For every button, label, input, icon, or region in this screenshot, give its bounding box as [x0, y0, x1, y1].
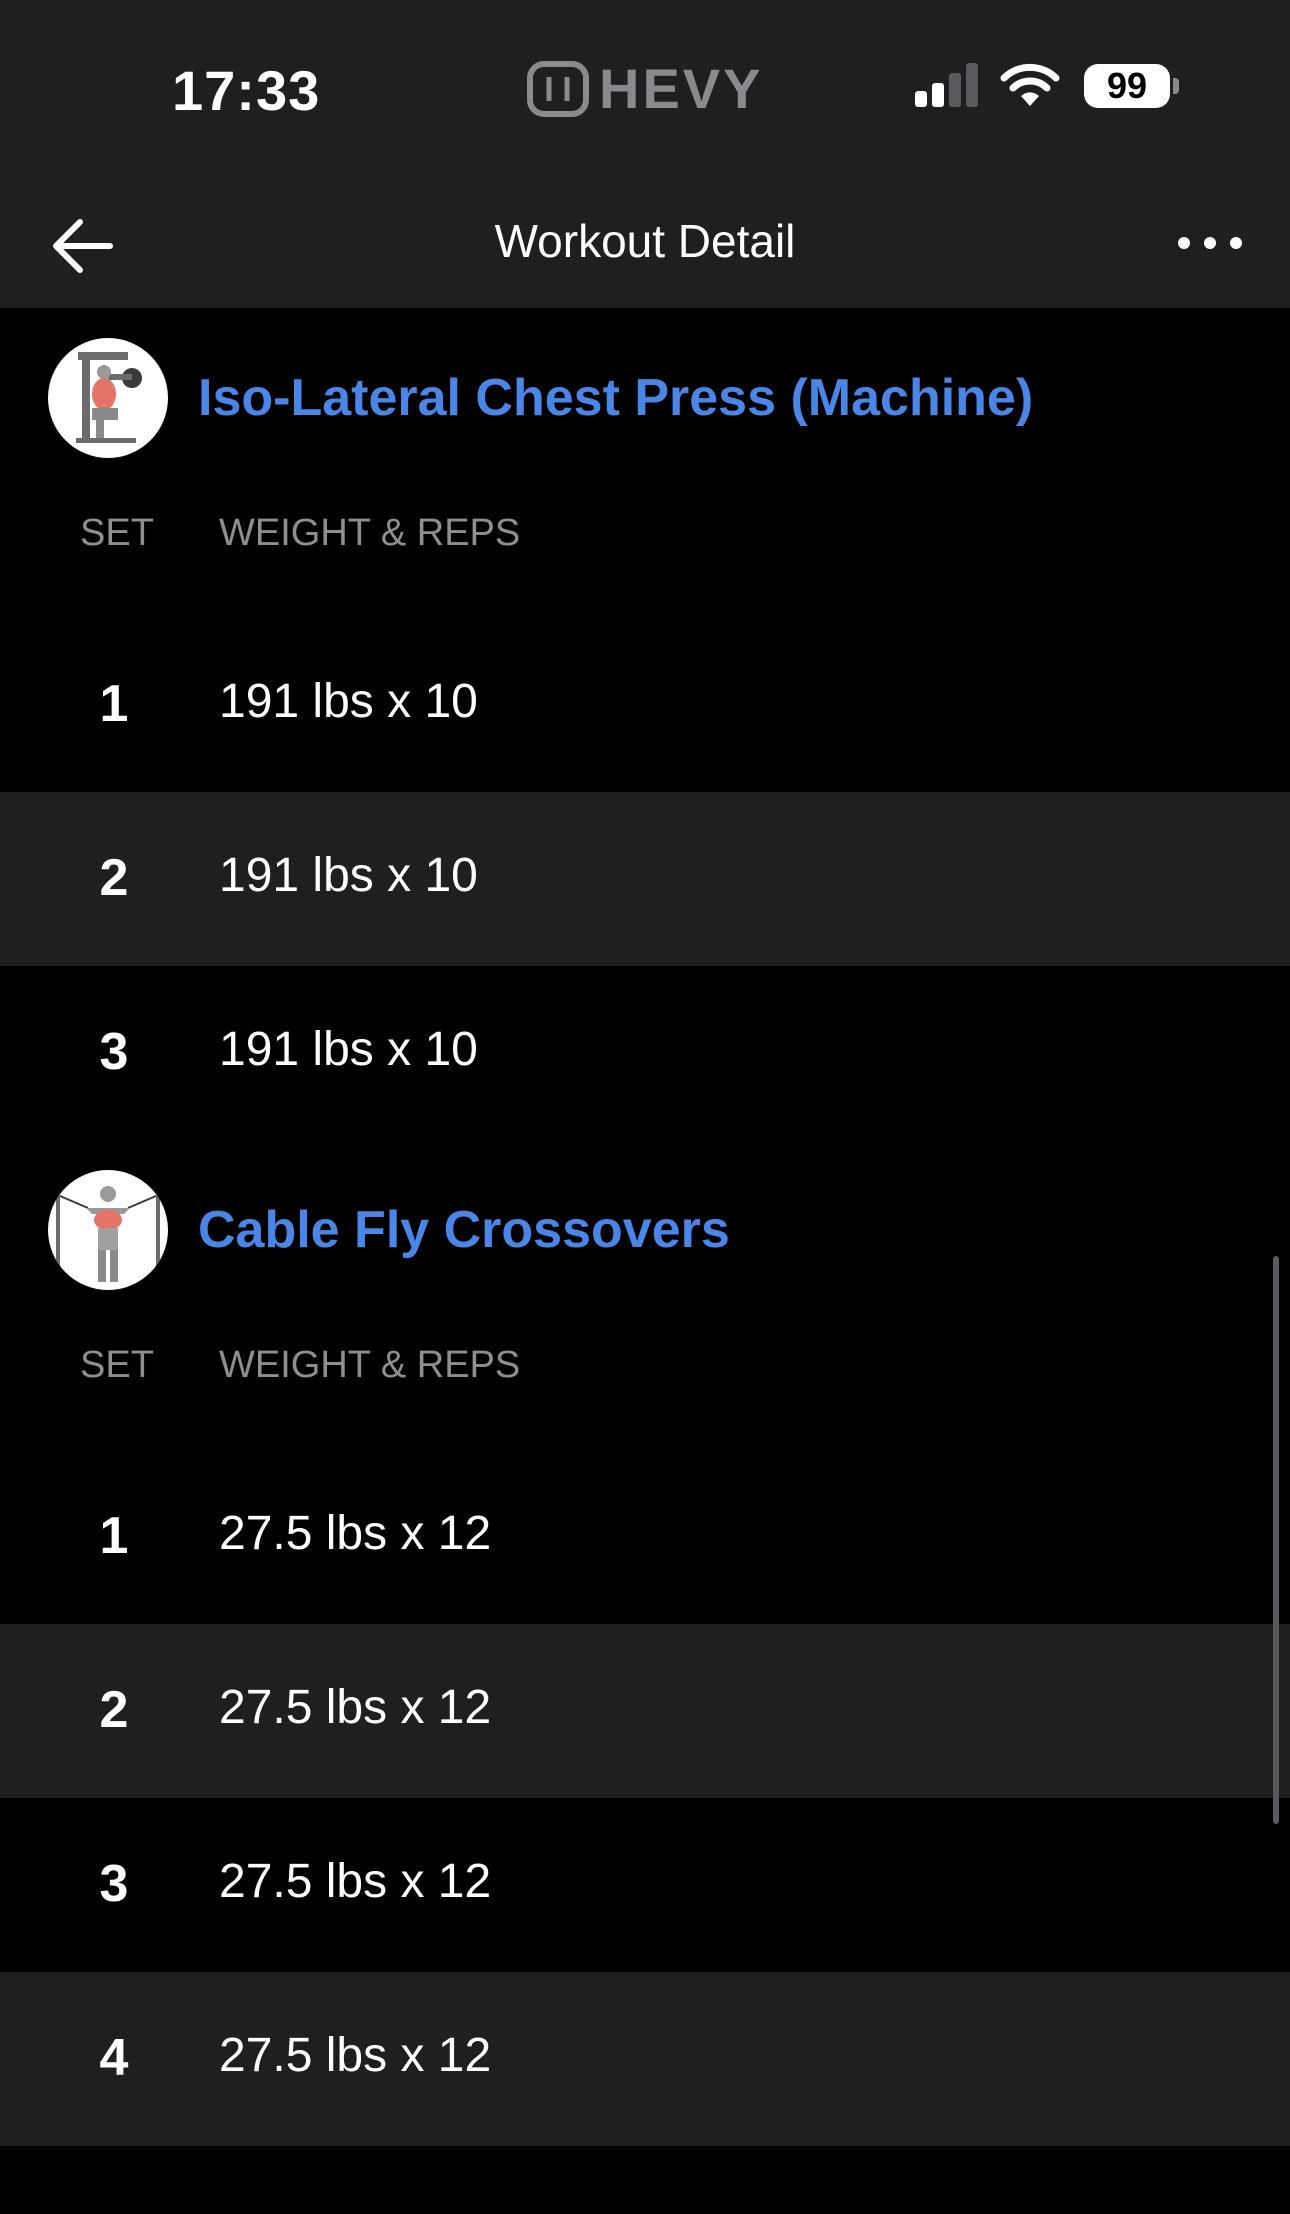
set-number: 2: [99, 1681, 129, 1739]
brand-logo: HEVY: [527, 56, 764, 121]
col-set-label: SET: [80, 512, 154, 554]
status-bar: 17:33 HEVY 99: [0, 0, 1290, 176]
wifi-icon: [1000, 63, 1060, 106]
set-number: 1: [99, 675, 129, 733]
exercise-title[interactable]: Cable Fly Crossovers: [198, 1200, 730, 1260]
battery-nub: [1173, 78, 1179, 94]
col-set-label: SET: [80, 1344, 154, 1386]
set-weight-reps: 27.5 lbs x 12: [219, 1855, 492, 1908]
exercise-thumbnail[interactable]: [48, 1170, 168, 1290]
page-title: Workout Detail: [494, 215, 796, 267]
column-headers: SET WEIGHT & REPS: [0, 1314, 1290, 1450]
set-weight-reps: 191 lbs x 10: [219, 675, 478, 728]
brand-name: HEVY: [599, 57, 764, 120]
col-weight-reps-label: WEIGHT & REPS: [219, 1344, 521, 1386]
chest-press-machine-icon: [76, 352, 142, 443]
cable-fly-icon: [56, 1178, 160, 1282]
status-time: 17:33: [172, 59, 321, 122]
column-headers: SET WEIGHT & REPS: [0, 482, 1290, 618]
ellipsis-icon: [1178, 237, 1242, 249]
exercise-header[interactable]: Iso-Lateral Chest Press (Machine): [0, 308, 1290, 482]
set-row: 4 27.5 lbs x 12: [0, 1972, 1290, 2146]
set-row: 2 27.5 lbs x 12: [0, 1624, 1290, 1798]
set-row: 1 27.5 lbs x 12: [0, 1450, 1290, 1624]
set-number: 3: [99, 1855, 129, 1913]
exercise-title[interactable]: Iso-Lateral Chest Press (Machine): [198, 368, 1033, 428]
col-weight-reps-label: WEIGHT & REPS: [219, 512, 521, 554]
set-row: 3 27.5 lbs x 12: [0, 1798, 1290, 1972]
battery-icon: 99: [1084, 64, 1170, 108]
exercise-thumbnail[interactable]: [48, 338, 168, 458]
set-weight-reps: 27.5 lbs x 12: [219, 2029, 492, 2082]
signal-icon: [915, 63, 978, 107]
set-number: 3: [99, 1023, 129, 1081]
workout-content: Iso-Lateral Chest Press (Machine) SET WE…: [0, 308, 1290, 2146]
exercise-header[interactable]: Cable Fly Crossovers: [0, 1140, 1290, 1314]
nav-bar: Workout Detail: [0, 176, 1290, 308]
set-weight-reps: 191 lbs x 10: [219, 849, 478, 902]
status-icons: [913, 62, 1061, 108]
hevy-logo-icon: [527, 60, 589, 117]
set-number: 1: [99, 1507, 129, 1565]
set-weight-reps: 27.5 lbs x 12: [219, 1507, 492, 1560]
set-weight-reps: 27.5 lbs x 12: [219, 1681, 492, 1734]
set-row: 2 191 lbs x 10: [0, 792, 1290, 966]
set-number: 4: [99, 2029, 129, 2087]
set-row: 1 191 lbs x 10: [0, 618, 1290, 792]
set-row: 3 191 lbs x 10: [0, 966, 1290, 1140]
scrollbar[interactable]: [1273, 1256, 1279, 1824]
more-options-button[interactable]: [1174, 228, 1246, 258]
set-number: 2: [99, 849, 129, 907]
set-weight-reps: 191 lbs x 10: [219, 1023, 478, 1076]
